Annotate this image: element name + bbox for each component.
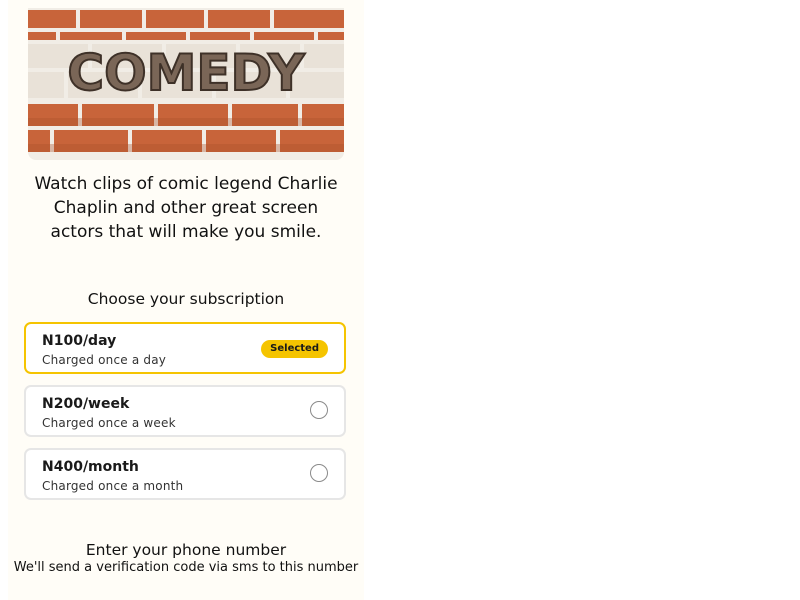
radio-button-icon[interactable] (310, 464, 328, 482)
plan-title: N400/month (42, 459, 139, 475)
plan-subtitle: Charged once a day (42, 353, 167, 367)
plan-option-weekly[interactable]: N200/week Charged once a week (24, 385, 346, 437)
comedy-word: COMEDY (67, 44, 305, 102)
plan-title: N200/week (42, 396, 130, 412)
subscription-heading: Choose your subscription (87, 290, 285, 308)
selected-badge: Selected (261, 340, 328, 358)
phone-number-heading: Enter your phone number (85, 541, 287, 559)
plan-title: N100/day (42, 333, 117, 349)
description-text: Watch clips of comic legend Charlie Chap… (34, 174, 338, 242)
brick-wall-graphic: COMEDY (28, 8, 344, 160)
plan-subtitle: Charged once a week (42, 416, 176, 430)
plan-subtitle: Charged once a month (42, 479, 184, 493)
verification-note: We'll send a verification code via sms t… (13, 560, 359, 575)
plan-option-monthly[interactable]: N400/month Charged once a month (24, 448, 346, 500)
comedy-banner-image: COMEDY (28, 8, 344, 160)
radio-button-icon[interactable] (310, 401, 328, 419)
plan-option-daily[interactable]: N100/day Charged once a day Selected (24, 322, 346, 374)
